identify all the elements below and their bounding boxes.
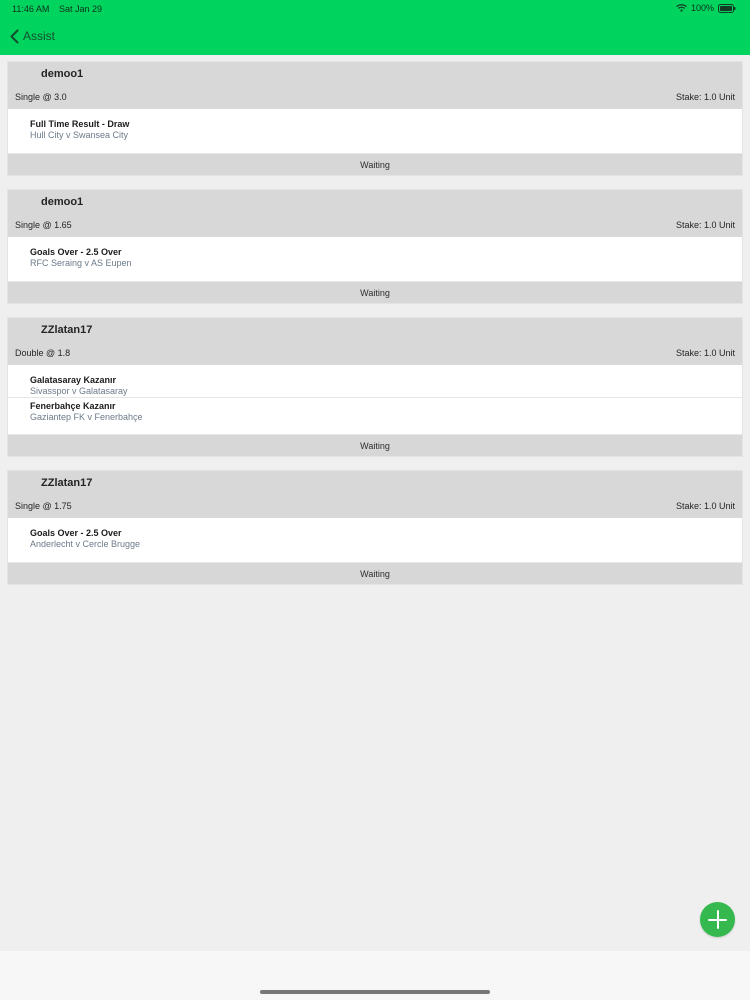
battery-icon bbox=[718, 3, 736, 13]
username: ZZlatan17 bbox=[41, 477, 93, 489]
bet-card[interactable]: ZZlatan17 Single @ 1.75 Stake: 1.0 Unit … bbox=[8, 471, 742, 584]
username: demoo1 bbox=[41, 68, 84, 80]
bet-type: Double @ 1.8 bbox=[15, 348, 71, 358]
market-name: Full Time Result - Draw bbox=[30, 119, 130, 129]
status-bar: 11:46 AM Sat Jan 29 100% bbox=[0, 0, 750, 18]
market-name: Goals Over - 2.5 Over bbox=[30, 528, 122, 538]
navigation-bar: 11:46 AM Sat Jan 29 100% Assist bbox=[0, 0, 750, 55]
status-indicators: 100% bbox=[676, 3, 736, 13]
market-name: Galatasaray Kazanır bbox=[30, 375, 117, 385]
bet-status: Waiting bbox=[8, 562, 742, 584]
bet-card-header: ZZlatan17 Single @ 1.75 Stake: 1.0 Unit bbox=[8, 471, 742, 518]
event-name: Sivasspor v Galatasaray bbox=[30, 386, 128, 396]
event-name: Gaziantep FK v Fenerbahçe bbox=[30, 412, 143, 422]
chevron-left-icon bbox=[8, 27, 20, 45]
wifi-icon bbox=[676, 4, 687, 12]
stake: Stake: 1.0 Unit bbox=[675, 92, 735, 102]
event-name: Hull City v Swansea City bbox=[30, 130, 129, 140]
bet-type: Single @ 1.75 bbox=[15, 501, 72, 511]
bet-card[interactable]: ZZlatan17 Double @ 1.8 Stake: 1.0 Unit G… bbox=[8, 318, 742, 456]
bet-card[interactable]: demoo1 Single @ 3.0 Stake: 1.0 Unit Full… bbox=[8, 62, 742, 175]
selection-item: Goals Over - 2.5 Over Anderlecht v Cercl… bbox=[8, 518, 742, 562]
status-time: 11:46 AM bbox=[12, 4, 50, 14]
market-name: Fenerbahçe Kazanır bbox=[30, 401, 116, 411]
username: demoo1 bbox=[41, 196, 84, 208]
bet-status: Waiting bbox=[8, 281, 742, 303]
selection-item: Galatasaray Kazanır Sivasspor v Galatasa… bbox=[8, 365, 742, 397]
bet-type: Single @ 1.65 bbox=[15, 220, 72, 230]
add-button[interactable] bbox=[700, 902, 735, 937]
back-button[interactable]: Assist bbox=[8, 27, 55, 45]
battery-percent: 100% bbox=[690, 3, 714, 13]
bet-card-header: ZZlatan17 Double @ 1.8 Stake: 1.0 Unit bbox=[8, 318, 742, 365]
bet-type: Single @ 3.0 bbox=[15, 92, 67, 102]
status-date: Sat Jan 29 bbox=[59, 4, 103, 14]
app-screen: 11:46 AM Sat Jan 29 100% Assist demoo1 S… bbox=[0, 0, 750, 1000]
stake: Stake: 1.0 Unit bbox=[675, 220, 735, 230]
event-name: RFC Seraing v AS Eupen bbox=[30, 258, 132, 268]
stake: Stake: 1.0 Unit bbox=[675, 348, 735, 358]
stake: Stake: 1.0 Unit bbox=[675, 501, 735, 511]
selection-item: Fenerbahçe Kazanır Gaziantep FK v Fenerb… bbox=[8, 397, 742, 434]
bet-card-header: demoo1 Single @ 1.65 Stake: 1.0 Unit bbox=[8, 190, 742, 237]
bet-status: Waiting bbox=[8, 434, 742, 456]
bet-card[interactable]: demoo1 Single @ 1.65 Stake: 1.0 Unit Goa… bbox=[8, 190, 742, 303]
username: ZZlatan17 bbox=[41, 324, 93, 336]
event-name: Anderlecht v Cercle Brugge bbox=[30, 539, 141, 549]
market-name: Goals Over - 2.5 Over bbox=[30, 247, 122, 257]
bet-list: demoo1 Single @ 3.0 Stake: 1.0 Unit Full… bbox=[8, 62, 742, 599]
selection-item: Full Time Result - Draw Hull City v Swan… bbox=[8, 109, 742, 153]
selection-item: Goals Over - 2.5 Over RFC Seraing v AS E… bbox=[8, 237, 742, 281]
home-indicator[interactable] bbox=[260, 990, 490, 994]
back-label: Assist bbox=[23, 29, 56, 43]
bet-status: Waiting bbox=[8, 153, 742, 175]
bet-card-header: demoo1 Single @ 3.0 Stake: 1.0 Unit bbox=[8, 62, 742, 109]
